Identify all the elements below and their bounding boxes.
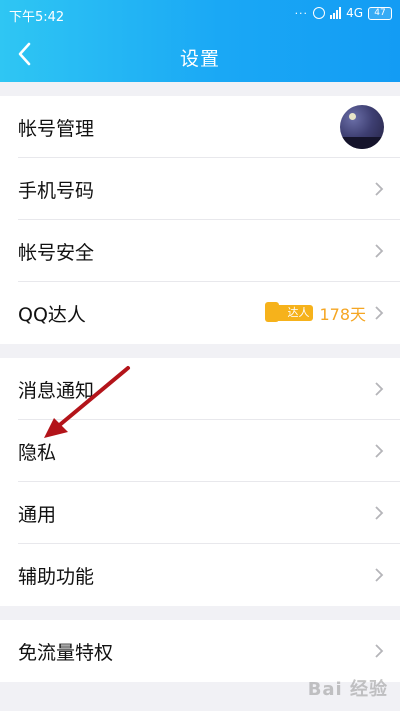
expert-badge-icon: 达人	[265, 302, 314, 322]
chevron-right-icon	[375, 182, 384, 196]
row-label: 辅助功能	[18, 565, 95, 588]
chevron-right-icon	[375, 444, 384, 458]
row-qq-expert[interactable]: QQ达人 达人 178天	[0, 282, 400, 344]
chevron-right-icon	[375, 644, 384, 658]
page-title: 设置	[179, 48, 220, 70]
battery-icon: 47	[368, 6, 392, 20]
row-free-data[interactable]: 免流量特权	[0, 620, 400, 682]
row-phone-number[interactable]: 手机号码	[0, 158, 400, 220]
row-label: 手机号码	[18, 179, 95, 202]
chevron-right-icon	[375, 306, 384, 320]
network-type: 4G	[346, 6, 363, 20]
row-account-security[interactable]: 帐号安全	[0, 220, 400, 282]
chevron-right-icon	[375, 506, 384, 520]
settings-group-account: 帐号管理 手机号码 帐号安全 QQ达人 达人 178天	[0, 96, 400, 344]
annotation-arrow-icon	[44, 366, 130, 438]
row-label: 通用	[18, 503, 57, 526]
status-bar: 下午5:42 ··· 4G 47	[0, 0, 400, 28]
chevron-right-icon	[375, 568, 384, 582]
status-time: 下午5:42	[9, 10, 65, 25]
notification-dots-icon: ···	[294, 6, 309, 20]
settings-group-data: 免流量特权	[0, 620, 400, 682]
row-label: 免流量特权	[18, 641, 114, 664]
row-general[interactable]: 通用	[0, 482, 400, 544]
chevron-right-icon	[375, 244, 384, 258]
title-bar: 下午5:42 ··· 4G 47 设置	[0, 0, 400, 82]
expert-days: 178天	[319, 305, 366, 324]
avatar	[340, 105, 384, 149]
row-label: QQ达人	[18, 303, 86, 326]
alarm-icon	[313, 7, 326, 19]
status-icons: ··· 4G 47	[295, 6, 392, 20]
row-label: 帐号安全	[18, 241, 95, 264]
row-accessibility[interactable]: 辅助功能	[0, 544, 400, 606]
signal-icon	[330, 7, 342, 19]
qq-expert-badge: 达人 178天	[265, 301, 366, 325]
row-label: 帐号管理	[18, 117, 95, 140]
chevron-right-icon	[375, 382, 384, 396]
row-account-management[interactable]: 帐号管理	[0, 96, 400, 158]
watermark: Bai 经验	[307, 679, 388, 700]
